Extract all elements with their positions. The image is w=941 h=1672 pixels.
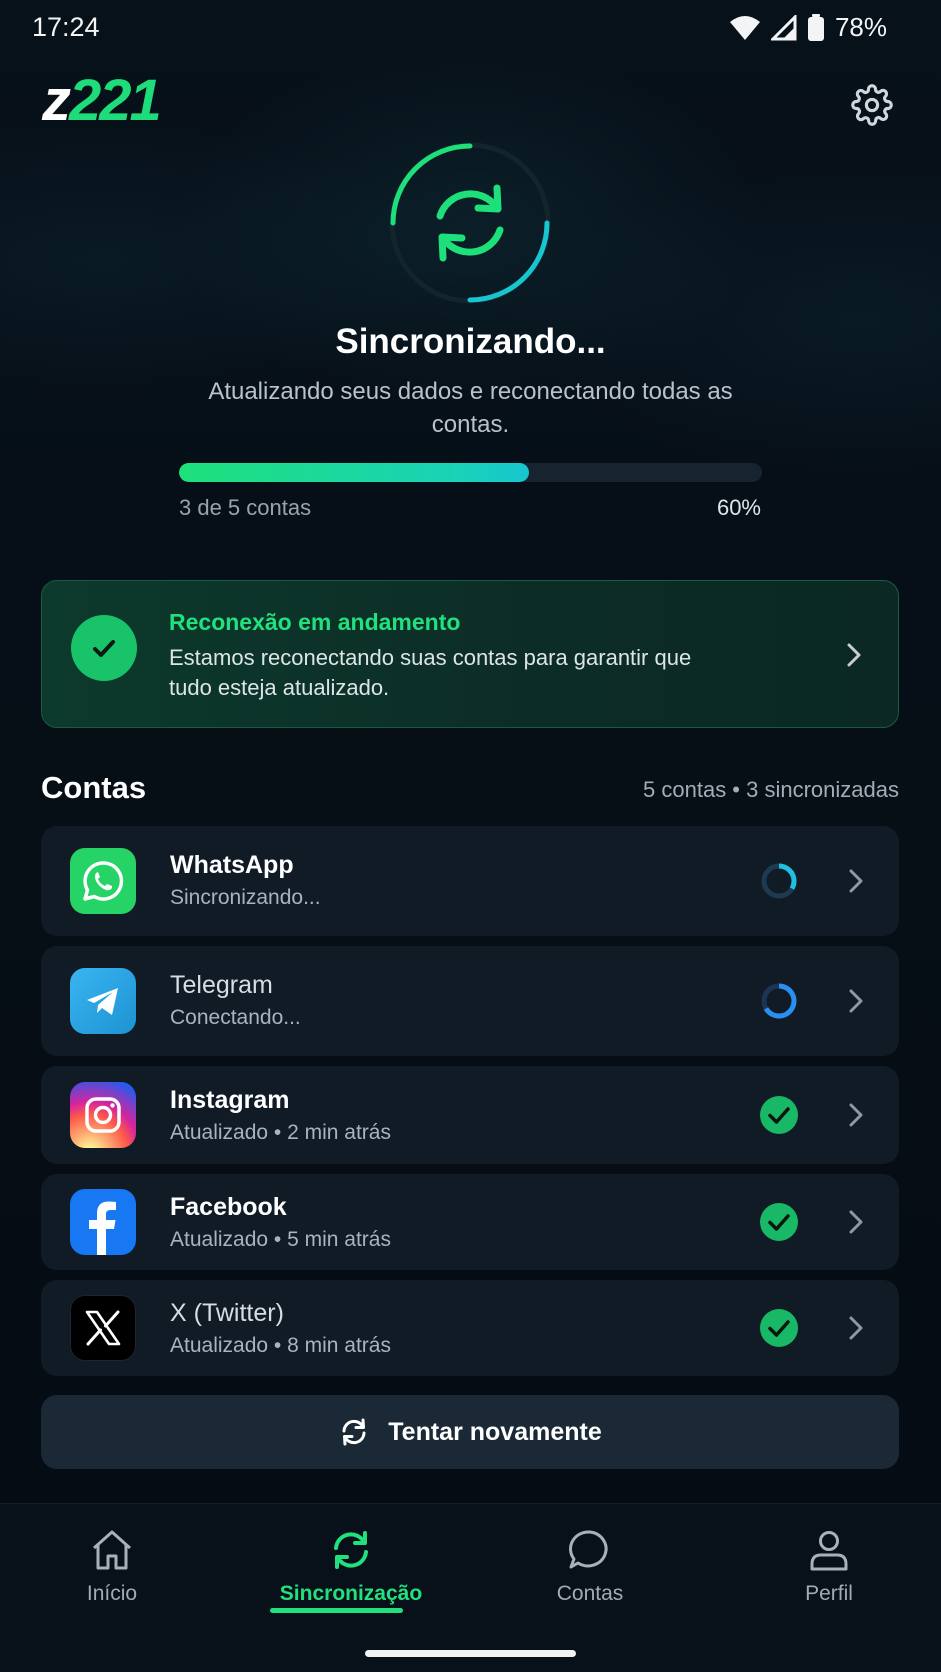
account-name: Instagram — [170, 1086, 290, 1114]
chat-icon — [569, 1530, 608, 1569]
bottom-navigation: Início Sincronização Contas Perfil — [0, 1503, 941, 1672]
active-nav-indicator — [270, 1608, 403, 1613]
nav-item-contas[interactable]: Contas — [490, 1526, 690, 1606]
battery-icon — [807, 13, 824, 41]
sync-progress-fill — [179, 463, 529, 482]
nav-label: Perfil — [805, 1582, 853, 1605]
sync-progress-ring — [389, 142, 551, 304]
loading-spinner-icon — [761, 863, 797, 899]
accounts-list: WhatsApp Sincronizando... Telegram Conec… — [41, 826, 899, 1386]
nav-item-inicio[interactable]: Início — [12, 1526, 212, 1606]
nav-item-sincronizacao[interactable]: Sincronização — [251, 1526, 451, 1606]
sync-title: Sincronizando... — [335, 322, 606, 361]
account-row-x[interactable]: X (Twitter) Atualizado • 8 min atrás — [41, 1280, 899, 1376]
chevron-right-icon — [847, 643, 861, 667]
check-circle-icon — [760, 1309, 798, 1347]
logo-prefix: z — [42, 68, 71, 133]
check-circle-icon — [760, 1203, 798, 1241]
chevron-right-icon — [849, 1103, 863, 1127]
logo-number: 221 — [69, 68, 162, 133]
user-icon — [810, 1531, 848, 1571]
reconnect-title: Reconexão em andamento — [169, 609, 461, 635]
nav-label: Sincronização — [279, 1582, 423, 1605]
sync-subtitle: Atualizando seus dados e reconectando to… — [208, 378, 733, 438]
check-circle-icon — [760, 1096, 798, 1134]
sync-progress-bar — [179, 463, 762, 482]
instagram-icon — [70, 1082, 136, 1148]
account-name: WhatsApp — [170, 851, 294, 879]
chevron-right-icon — [849, 869, 863, 893]
chevron-right-icon — [849, 989, 863, 1013]
home-indicator[interactable] — [365, 1650, 576, 1657]
retry-button[interactable]: Tentar novamente — [41, 1395, 899, 1469]
wifi-icon — [729, 15, 760, 40]
chevron-right-icon — [849, 1316, 863, 1340]
account-name: X (Twitter) — [170, 1299, 284, 1327]
sync-icon — [436, 184, 504, 262]
app-logo: z221 — [42, 72, 162, 130]
account-status: Atualizado • 5 min atrás — [170, 1228, 391, 1251]
account-status: Sincronizando... — [170, 886, 321, 909]
sync-icon — [334, 1531, 368, 1569]
account-status: Atualizado • 8 min atrás — [170, 1334, 391, 1357]
account-row-instagram[interactable]: Instagram Atualizado • 2 min atrás — [41, 1066, 899, 1164]
x-icon — [70, 1295, 136, 1361]
progress-percent: 60% — [716, 495, 761, 520]
nav-label: Contas — [556, 1582, 624, 1605]
status-icons: 78% — [729, 12, 887, 43]
account-status: Atualizado • 2 min atrás — [170, 1121, 391, 1144]
home-icon — [93, 1530, 131, 1570]
battery-percent: 78% — [834, 12, 887, 42]
reconnect-card[interactable]: Reconexão em andamento Estamos reconecta… — [41, 580, 899, 728]
retry-label: Tentar novamente — [388, 1417, 602, 1446]
account-name: Facebook — [170, 1193, 287, 1221]
loading-spinner-icon — [761, 983, 797, 1019]
account-status: Conectando... — [170, 1006, 301, 1029]
account-row-telegram[interactable]: Telegram Conectando... — [41, 946, 899, 1056]
check-icon — [71, 615, 137, 681]
signal-icon — [770, 14, 797, 40]
gear-icon[interactable] — [851, 84, 893, 126]
chevron-right-icon — [849, 1210, 863, 1234]
account-name: Telegram — [170, 971, 273, 999]
accounts-title: Contas — [41, 770, 147, 805]
reconnect-text: Estamos reconectando suas contas para ga… — [169, 645, 692, 700]
nav-label: Início — [86, 1582, 138, 1605]
status-time: 17:24 — [32, 12, 100, 42]
accounts-meta: 5 contas • 3 sincronizadas — [643, 777, 899, 802]
nav-item-perfil[interactable]: Perfil — [729, 1526, 929, 1606]
telegram-icon — [70, 968, 136, 1034]
refresh-icon — [342, 1418, 366, 1446]
whatsapp-icon — [70, 848, 136, 914]
progress-count: 3 de 5 contas — [179, 495, 312, 520]
facebook-icon — [70, 1189, 136, 1255]
account-row-facebook[interactable]: Facebook Atualizado • 5 min atrás — [41, 1174, 899, 1270]
account-row-whatsapp[interactable]: WhatsApp Sincronizando... — [41, 826, 899, 936]
